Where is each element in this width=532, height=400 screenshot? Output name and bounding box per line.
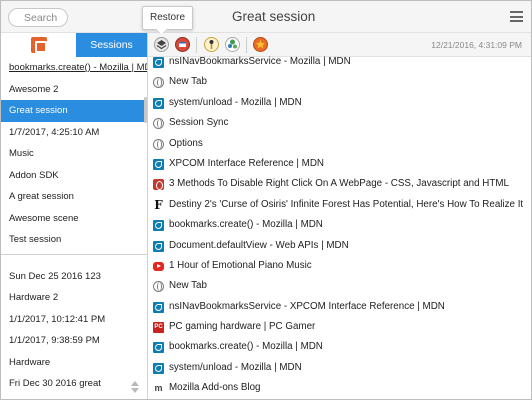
forbes-favicon-icon: F — [154, 197, 163, 212]
mdn-favicon-icon — [153, 220, 164, 232]
sidebar-tabs: Sessions — [1, 33, 147, 57]
mdn-favicon-icon — [153, 342, 164, 354]
tab-title: New Tab — [169, 280, 207, 292]
tab-row[interactable]: F Destiny 2's 'Curse of Osiris' Infinite … — [148, 195, 531, 215]
history-list: Sun Dec 25 2016 123 Hardware 2 1/1/2017,… — [1, 266, 147, 394]
list-divider — [1, 254, 147, 255]
history-item[interactable]: Sun Dec 25 2016 123 — [1, 266, 147, 287]
tab-title: PC gaming hardware | PC Gamer — [169, 321, 316, 333]
session-item[interactable]: Music — [1, 143, 147, 165]
opera-favicon-icon — [153, 179, 164, 191]
mdn-favicon-icon — [153, 362, 164, 374]
toolbar-separator — [246, 37, 247, 53]
tab-title: Mozilla Add-ons Blog — [169, 382, 261, 394]
mdn-favicon-icon — [153, 57, 164, 68]
globe-favicon-icon — [153, 281, 164, 293]
tab-row[interactable]: Options — [148, 134, 531, 154]
tab-row[interactable]: system/unload - Mozilla | MDN — [148, 93, 531, 113]
tab-title: nsINavBookmarksService - XPCOM Interface… — [169, 300, 445, 312]
tab-row[interactable]: system/unload - Mozilla | MDN — [148, 358, 531, 378]
header-bar: Restore Great session — [1, 1, 531, 33]
layers-icon[interactable] — [154, 37, 169, 52]
tab-row[interactable]: Document.defaultView - Web APIs | MDN — [148, 236, 531, 256]
tab-title: 3 Methods To Disable Right Click On A We… — [169, 178, 509, 190]
session-item-selected[interactable]: Great session — [1, 100, 147, 122]
tab-title: system/unload - Mozilla | MDN — [169, 361, 302, 373]
tab-row[interactable]: 1 Hour of Emotional Piano Music — [148, 256, 531, 276]
session-list: bookmarks.create() - Mozilla | MDN Aweso… — [1, 57, 147, 251]
tab-session-icon[interactable] — [1, 33, 76, 57]
tab-sessions[interactable]: Sessions — [76, 33, 147, 57]
tab-title: XPCOM Interface Reference | MDN — [169, 157, 324, 169]
session-item[interactable]: A great session — [1, 186, 147, 208]
scroll-down-icon[interactable] — [131, 388, 139, 393]
history-item[interactable]: Fri Dec 30 2016 great — [1, 373, 147, 394]
session-item[interactable]: Test session — [1, 229, 147, 251]
tab-row[interactable]: PC PC gaming hardware | PC Gamer — [148, 317, 531, 337]
mdn-favicon-icon — [153, 301, 164, 313]
history-item[interactable]: 1/1/2017, 10:12:41 PM — [1, 309, 147, 330]
session-item[interactable]: bookmarks.create() - Mozilla | MDN — [1, 57, 147, 79]
mozilla-addons-favicon-icon: m — [154, 383, 163, 394]
session-item[interactable]: 1/7/2017, 4:25:10 AM — [1, 122, 147, 144]
mdn-favicon-icon — [153, 240, 164, 252]
pin-icon[interactable] — [204, 37, 219, 52]
tab-row[interactable]: Session Sync — [148, 113, 531, 133]
session-item[interactable]: Addon SDK — [1, 165, 147, 187]
history-item[interactable]: Hardware 2 — [1, 287, 147, 308]
tab-title: nsINavBookmarksService - Mozilla | MDN — [169, 56, 351, 67]
mdn-favicon-icon — [153, 158, 164, 170]
restore-window-icon[interactable] — [175, 37, 190, 52]
restore-tooltip: Restore — [142, 6, 194, 30]
tab-title: bookmarks.create() - Mozilla | MDN — [169, 219, 323, 231]
tab-title: Document.defaultView - Web APIs | MDN — [169, 239, 349, 251]
history-item[interactable]: Hardware — [1, 352, 147, 373]
session-datetime: 12/21/2016, 4:31:09 PM — [431, 40, 522, 50]
globe-favicon-icon — [153, 77, 164, 89]
tab-row[interactable]: 3 Methods To Disable Right Click On A We… — [148, 174, 531, 194]
scroll-arrows[interactable] — [130, 381, 140, 395]
tab-title: 1 Hour of Emotional Piano Music — [169, 259, 312, 271]
tab-row[interactable]: New Tab — [148, 276, 531, 296]
pcgamer-favicon-icon: PC — [153, 322, 164, 334]
search-input[interactable] — [8, 8, 68, 27]
star-icon[interactable] — [253, 37, 268, 52]
tab-title: bookmarks.create() - Mozilla | MDN — [169, 341, 323, 353]
history-item[interactable]: 1/1/2017, 9:38:59 PM — [1, 330, 147, 351]
tab-title: Session Sync — [169, 117, 229, 129]
tab-title: Options — [169, 137, 203, 149]
tab-row[interactable]: nsINavBookmarksService - Mozilla | MDN — [148, 52, 531, 72]
tree-icon[interactable] — [225, 37, 240, 52]
session-item[interactable]: Awesome scene — [1, 208, 147, 230]
youtube-favicon-icon — [153, 261, 164, 271]
tab-title: New Tab — [169, 76, 207, 88]
hamburger-menu-icon[interactable] — [510, 11, 523, 22]
page-title: Great session — [232, 9, 316, 24]
tab-list: nsINavBookmarksService - Mozilla | MDN N… — [148, 52, 531, 399]
globe-favicon-icon — [153, 118, 164, 130]
tab-row[interactable]: nsINavBookmarksService - XPCOM Interface… — [148, 297, 531, 317]
globe-favicon-icon — [153, 138, 164, 150]
orange-session-icon — [31, 37, 47, 53]
session-item[interactable]: Awesome 2 — [1, 79, 147, 101]
tab-title: Destiny 2's 'Curse of Osiris' Infinite F… — [169, 198, 524, 210]
session-manager-window: Restore Great session Sessions bookmarks… — [0, 0, 532, 400]
tab-row[interactable]: bookmarks.create() - Mozilla | MDN — [148, 215, 531, 235]
scroll-up-icon[interactable] — [131, 381, 139, 386]
tab-title: system/unload - Mozilla | MDN — [169, 96, 302, 108]
tab-row[interactable]: bookmarks.create() - Mozilla | MDN — [148, 337, 531, 357]
mdn-favicon-icon — [153, 97, 164, 109]
toolbar-separator — [196, 37, 197, 53]
tab-row[interactable]: New Tab — [148, 72, 531, 92]
tab-row[interactable]: m Mozilla Add-ons Blog — [148, 378, 531, 398]
tab-row[interactable]: XPCOM Interface Reference | MDN — [148, 154, 531, 174]
